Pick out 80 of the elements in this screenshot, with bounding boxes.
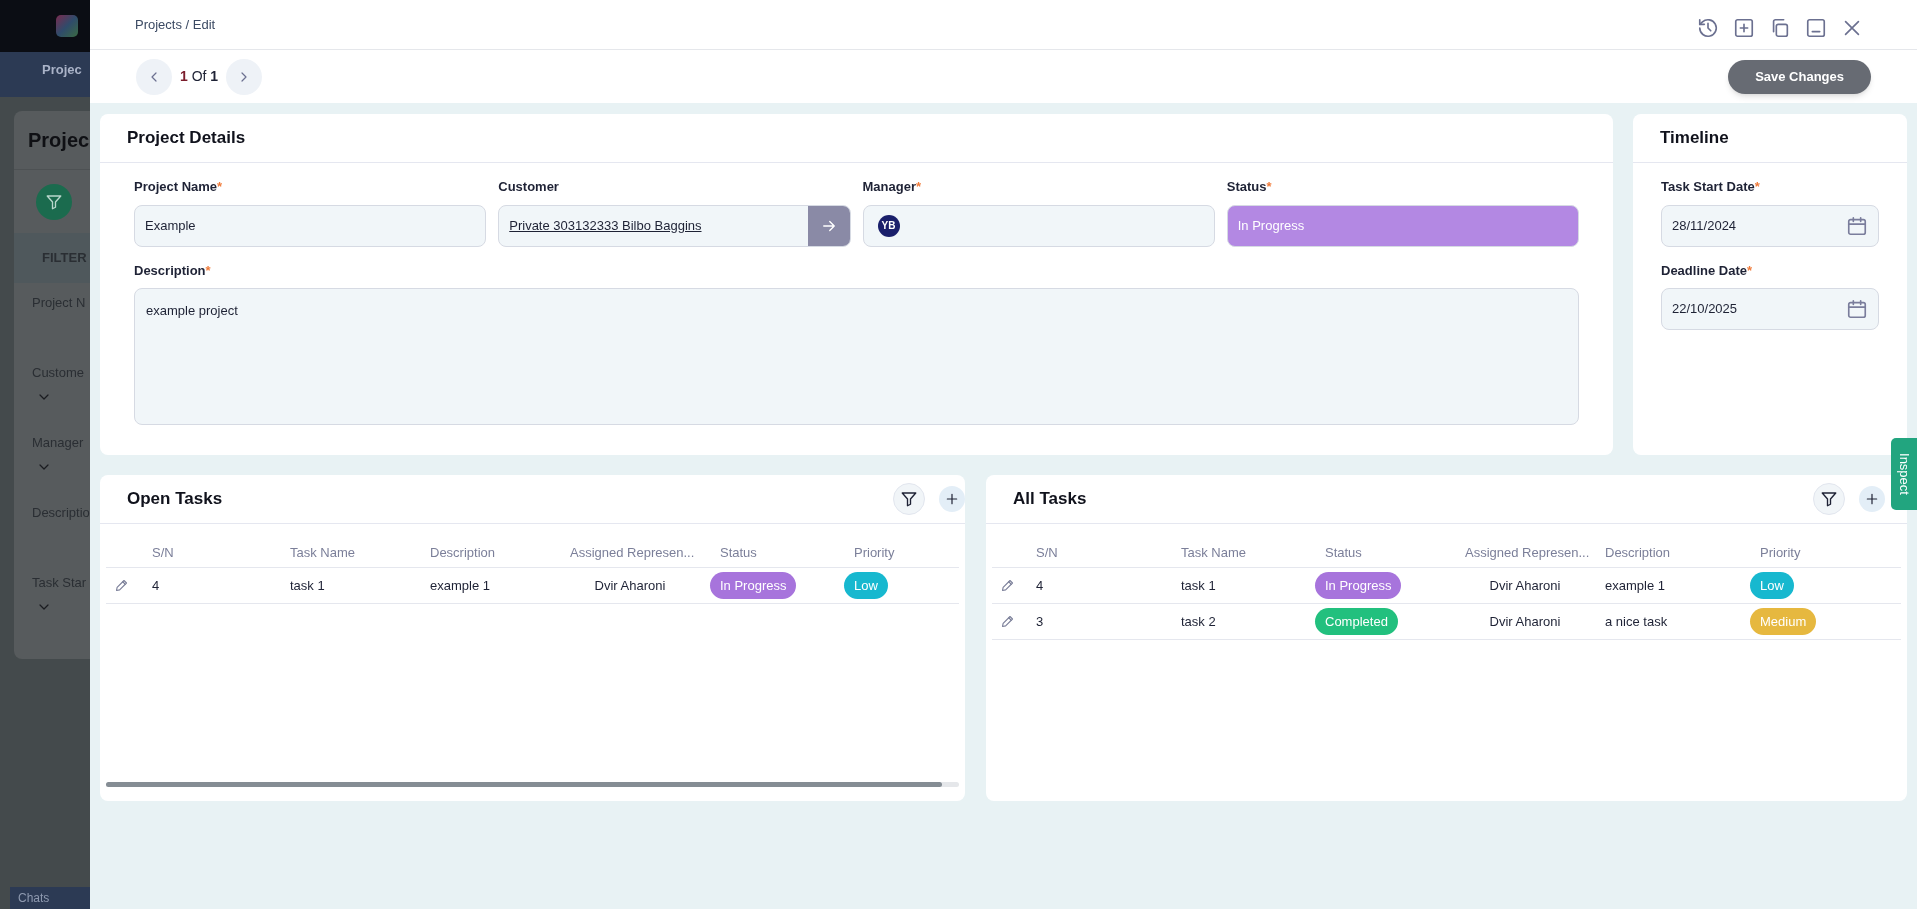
edit-icon[interactable] bbox=[1000, 614, 1015, 629]
table-cell-text: Dvir Aharoni bbox=[593, 576, 667, 595]
table-cell-text: 3 bbox=[1036, 612, 1045, 631]
field-label: Task Start Date* bbox=[1661, 178, 1761, 196]
edit-icon[interactable] bbox=[114, 578, 129, 593]
required-mark: * bbox=[915, 179, 922, 194]
table-cell-text: task 1 bbox=[290, 576, 326, 595]
table-cell-text: 4 bbox=[152, 576, 161, 595]
status-badge: Low bbox=[1750, 571, 1794, 600]
save-button[interactable]: Save Changes bbox=[1728, 59, 1871, 94]
table-cell-text: task 2 bbox=[1181, 612, 1217, 631]
add-button[interactable] bbox=[939, 486, 965, 512]
field-label: Customer bbox=[498, 178, 560, 196]
column-header: S/N bbox=[152, 543, 175, 562]
column-header: Task Name bbox=[1181, 543, 1248, 562]
scrollbar[interactable] bbox=[106, 782, 959, 787]
table-cell-text: 4 bbox=[1036, 576, 1045, 595]
column-header: Priority bbox=[853, 543, 896, 562]
status-badge: Medium bbox=[1750, 607, 1817, 636]
field-label: Manager* bbox=[862, 178, 923, 196]
field-label: Project Name* bbox=[134, 178, 224, 196]
table-cell-text: Dvir Aharoni bbox=[1488, 612, 1562, 631]
chats-tab[interactable]: Chats bbox=[10, 887, 90, 909]
description-field[interactable]: example project bbox=[134, 288, 1579, 425]
required-mark: * bbox=[205, 262, 211, 278]
filter-icon bbox=[900, 490, 918, 508]
avatar: YB bbox=[877, 214, 900, 237]
column-header: Priority bbox=[1759, 543, 1802, 562]
logo-icon bbox=[56, 15, 78, 37]
add-icon[interactable] bbox=[1733, 16, 1755, 39]
plus-icon bbox=[944, 491, 960, 507]
customer-field[interactable]: Private 303132333 Bilbo Baggins bbox=[498, 204, 851, 247]
required-mark: * bbox=[217, 179, 223, 194]
status-badge: In Progress bbox=[710, 571, 797, 600]
page-indicator: 1 Of 1 bbox=[179, 67, 220, 86]
status-badge: In Progress bbox=[1315, 571, 1402, 600]
table-cell-text: task 1 bbox=[1181, 576, 1217, 595]
card-title: Open Tasks bbox=[127, 488, 223, 511]
column-header: Description bbox=[1605, 543, 1672, 562]
customer-link[interactable]: Private 303132333 Bilbo Baggins bbox=[509, 215, 808, 236]
text-field[interactable]: Example bbox=[134, 204, 487, 247]
table-cell-text: a nice task bbox=[1605, 612, 1669, 631]
filter-button[interactable] bbox=[1813, 483, 1845, 515]
date-field[interactable]: 22/10/2025 bbox=[1661, 288, 1879, 330]
filter-button[interactable] bbox=[893, 483, 925, 515]
plus-icon bbox=[1864, 491, 1880, 507]
calendar-icon bbox=[1846, 214, 1868, 237]
status-badge: Completed bbox=[1315, 607, 1398, 636]
card-title: All Tasks bbox=[1013, 488, 1087, 511]
column-header: Status bbox=[719, 543, 758, 562]
required-mark: * bbox=[1747, 262, 1753, 278]
column-header: Status bbox=[1324, 543, 1363, 562]
column-header: Assigned Represen... bbox=[1465, 543, 1591, 562]
required-mark: * bbox=[1266, 179, 1272, 194]
table-cell-text: example 1 bbox=[430, 576, 491, 595]
column-header: Assigned Represen... bbox=[570, 543, 696, 562]
calendar-icon bbox=[1846, 298, 1868, 320]
field-label: Status* bbox=[1226, 178, 1273, 196]
column-header: Task Name bbox=[290, 543, 357, 562]
breadcrumb: Projects / Edit bbox=[135, 15, 216, 34]
page-title: Projec bbox=[28, 128, 90, 153]
field-label: Description* bbox=[134, 261, 212, 280]
field-label: Deadline Date* bbox=[1661, 261, 1754, 280]
edit-icon[interactable] bbox=[1000, 578, 1015, 593]
history-icon[interactable] bbox=[1697, 16, 1719, 39]
filter-icon bbox=[1820, 490, 1838, 508]
add-button[interactable] bbox=[1859, 486, 1885, 512]
required-mark: * bbox=[1754, 179, 1760, 194]
table-cell-text: Dvir Aharoni bbox=[1488, 576, 1562, 595]
manager-field[interactable]: YB bbox=[862, 204, 1215, 247]
column-header: Description bbox=[430, 543, 497, 562]
card-title: Timeline bbox=[1660, 127, 1729, 150]
table-cell-text: example 1 bbox=[1605, 576, 1666, 595]
filter-icon bbox=[45, 192, 63, 211]
minimize-icon[interactable] bbox=[1805, 16, 1827, 39]
column-header: S/N bbox=[1036, 543, 1059, 562]
card-title: Project Details bbox=[127, 127, 246, 150]
open-customer-button[interactable] bbox=[807, 205, 850, 246]
date-field[interactable]: 28/11/2024 bbox=[1661, 204, 1879, 247]
status-badge: Low bbox=[844, 571, 888, 600]
